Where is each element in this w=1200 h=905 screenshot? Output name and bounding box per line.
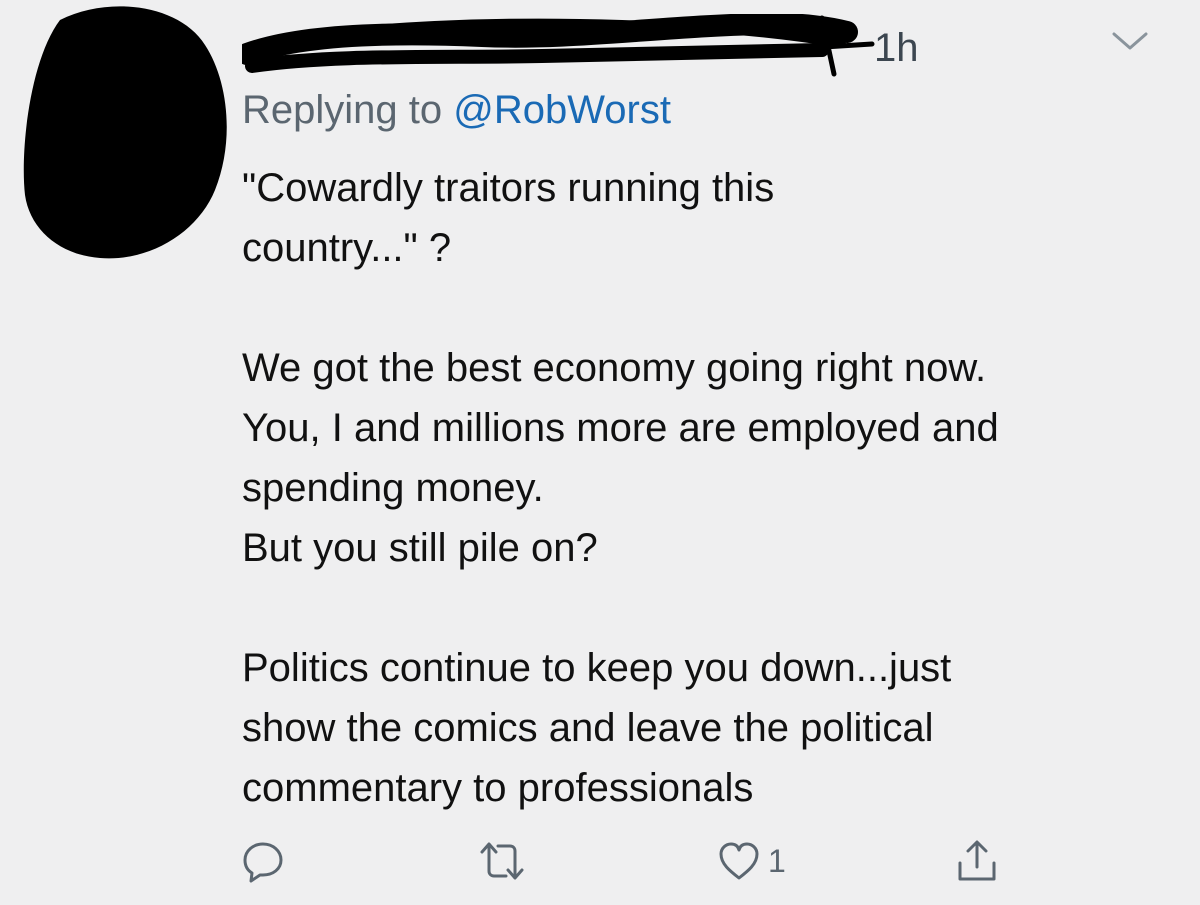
like-count: 1 — [768, 842, 786, 879]
mention-link[interactable]: @RobWorst — [453, 88, 671, 132]
tweet-paragraph: We got the best economy going right now.… — [242, 346, 999, 570]
like-button[interactable]: 1 — [716, 836, 786, 886]
reply-icon — [243, 842, 283, 883]
share-button[interactable] — [954, 836, 1000, 886]
tweet-card: 1h Replying to @RobWorst "Cowardly trait… — [0, 0, 1200, 905]
reply-button[interactable] — [240, 836, 286, 886]
avatar-redaction — [23, 6, 227, 259]
username-redaction — [242, 14, 875, 77]
tweet-paragraph: "Cowardly traitors running this country.… — [242, 166, 775, 270]
paragraph-spacer — [242, 578, 1172, 638]
paragraph-spacer — [242, 278, 1172, 338]
tweet-body: "Cowardly traitors running this country.… — [242, 158, 1172, 818]
share-icon — [958, 840, 996, 881]
retweet-icon — [480, 842, 524, 880]
tweet-actions: 1 — [240, 836, 1020, 886]
tweet-header: 1h — [242, 14, 1002, 78]
heart-icon — [719, 842, 759, 880]
chevron-down-icon[interactable] — [1108, 26, 1152, 56]
tweet-paragraph: Politics continue to keep you down...jus… — [242, 646, 952, 810]
retweet-button[interactable] — [476, 836, 528, 886]
timestamp: 1h — [874, 26, 919, 70]
replying-to-prefix: Replying to — [242, 88, 454, 132]
replying-to-line: Replying to @RobWorst — [242, 84, 671, 136]
